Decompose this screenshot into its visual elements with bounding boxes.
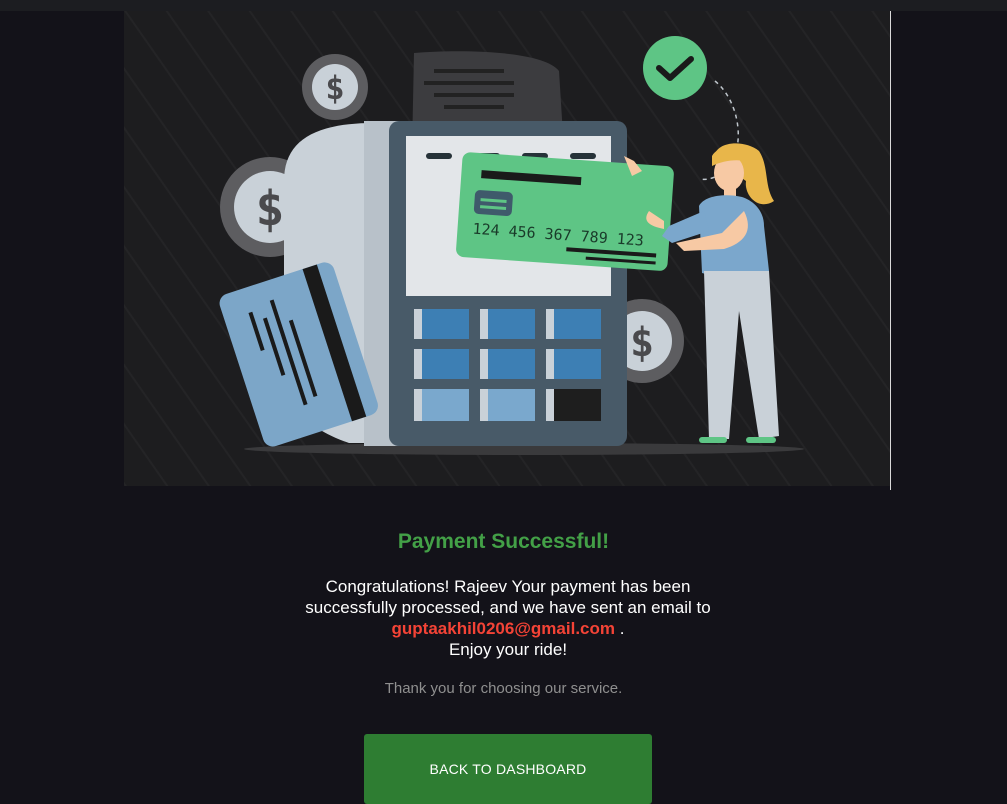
dollar-coin-icon: $ [302, 54, 368, 120]
message-text: Congratulations! Rajeev Your payment has… [305, 577, 711, 617]
email-address: guptaakhil0206@gmail.com [391, 619, 615, 638]
page-title: Payment Successful! [397, 530, 610, 553]
payment-illustration: $ $ $ 124 456 367 789 123 [124, 11, 891, 486]
back-to-dashboard-button[interactable]: BACK TO DASHBOARD [364, 734, 652, 804]
thanks-text: Thank you for choosing our service. [384, 680, 623, 697]
message-end: Enjoy your ride! [448, 640, 568, 659]
success-message: Congratulations! Rajeev Your payment has… [298, 576, 718, 660]
message-period: . [619, 619, 625, 638]
svg-text:$: $ [325, 69, 344, 107]
svg-text:$: $ [256, 181, 285, 237]
top-bar [0, 0, 1007, 11]
divider [890, 11, 891, 490]
check-circle-icon [643, 36, 707, 100]
svg-text:$: $ [630, 320, 654, 366]
